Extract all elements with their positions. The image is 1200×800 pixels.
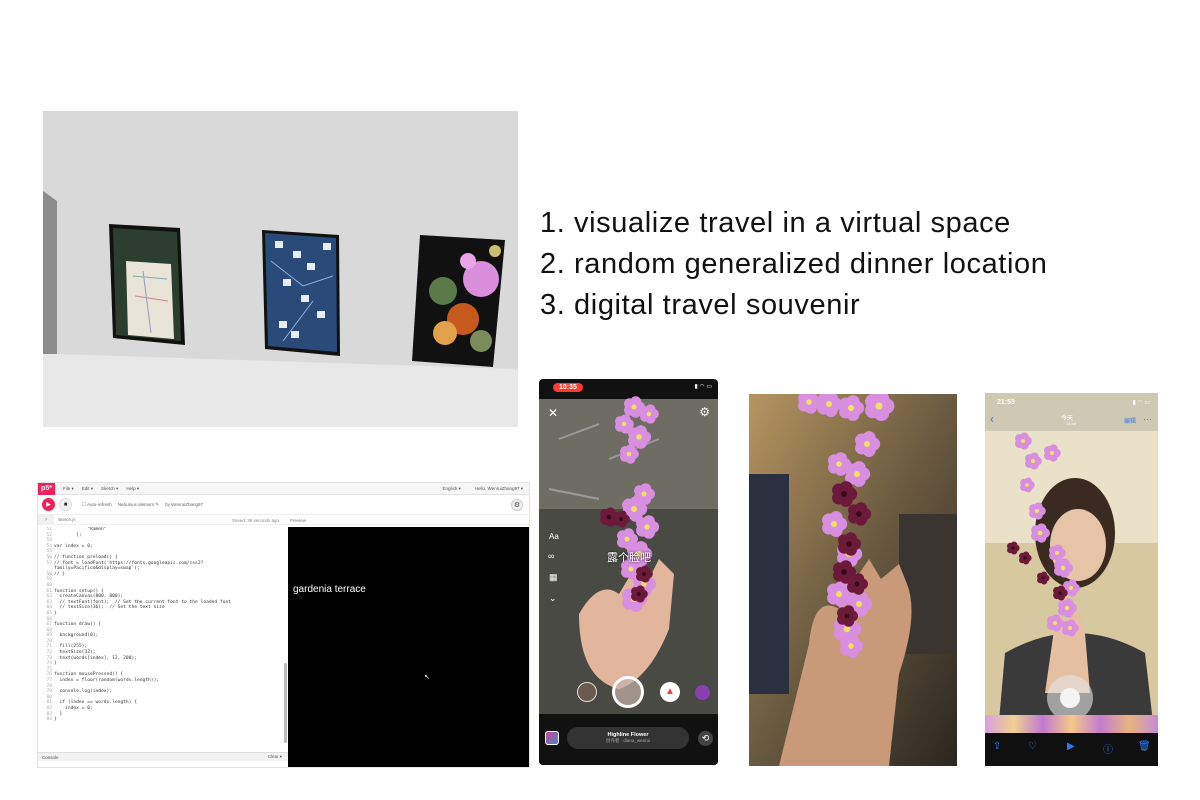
code-text: } [54,661,57,667]
gear-icon: ⚙ [513,501,521,509]
capture-button[interactable] [612,676,644,708]
editor-toolbar: ▶ ■ ☐ Auto-refresh Nebulous alemum ✎ by … [38,495,529,515]
effect-thumbnail[interactable] [695,685,710,700]
trash-icon[interactable]: 🗑 [1138,741,1151,752]
editor-menubar: p5* File ▾ Edit ▾ Sketch ▾ Help ▾ Englis… [38,483,529,495]
play-icon[interactable]: ▶ [1067,741,1075,752]
layout-tool-button[interactable]: ▦ [549,572,558,583]
flip-camera-icon[interactable]: ⟲ [698,731,713,746]
project-goals: 1. visualize travel in a virtual space 2… [540,203,1190,326]
language-select[interactable]: English ▾ [443,486,461,492]
menu-help[interactable]: Help ▾ [126,486,139,492]
p5-editor-window: p5* File ▾ Edit ▾ Sketch ▾ Help ▾ Englis… [37,482,530,768]
info-icon[interactable]: ⓘ [1103,741,1113,756]
code-text: background(0); [54,633,99,639]
back-chevron-icon[interactable]: ‹ [990,412,994,426]
ar-caption: 露个脸吧 [607,552,651,564]
menu-edit[interactable]: Edit ▾ [82,486,93,492]
share-icon[interactable]: ⇪ [993,741,1001,752]
video-scrubber[interactable] [985,715,1158,733]
stop-button[interactable]: ■ [59,498,72,511]
auto-refresh-label: Auto-refresh [87,501,112,507]
code-text: console.log(index); [54,689,113,695]
goal-item: 2. random generalized dinner location [540,248,1048,280]
menu-sketch[interactable]: Sketch ▾ [101,486,118,492]
code-text: var index = 0; [54,543,93,549]
file-tab-row: › sketch.js [38,514,529,525]
file-tab-sketch[interactable]: sketch.js [58,517,76,522]
music-pill[interactable]: Highline Flower 创作者 · diana_wenrui [567,727,689,749]
virtual-gallery-render [43,111,518,427]
code-text: function draw() { [54,622,102,628]
code-text: index = floor(random(words.length)); [54,678,160,684]
code-line[interactable]: 84} [38,717,284,723]
text-tool-button[interactable]: Aa [549,532,559,541]
status-time: 10:35 [553,383,583,392]
code-text: } [54,610,57,616]
gallery-button[interactable] [545,731,559,745]
code-text: text(words[index], 12, 200); [54,655,137,661]
goal-item: 1. visualize travel in a virtual space [540,207,1011,239]
chevron-right-icon: › [45,516,47,523]
console-label: Console [42,754,59,760]
stop-icon: ■ [63,501,68,508]
record-button-inner [1060,688,1080,708]
edit-button[interactable]: 编辑 [1124,416,1136,425]
play-button[interactable]: ▶ [42,498,55,511]
code-text: family=Pacifico&display=swap'); [54,566,140,572]
gallery-scene [43,111,518,427]
sketch-author: by WenruiZhang97 [165,502,204,507]
play-icon: ▶ [46,502,51,508]
status-time: 21:53 [997,399,1015,406]
code-text: ]; [54,532,82,538]
heart-icon[interactable]: ♡ [1028,741,1037,752]
preview-label: Preview [290,518,307,523]
auto-refresh-checkbox[interactable]: ☐ Auto-refresh [82,502,112,508]
more-icon[interactable]: ⋯ [1143,414,1152,425]
sketch-preview[interactable]: gardenia terrace ↖ [288,527,529,767]
signal-wifi-battery-icon: ▮ ◠ ▭ [694,384,712,390]
sidebar-toggle-button[interactable]: › [38,514,54,525]
effect-thumbnail[interactable]: ▲ [660,682,680,702]
code-text: // textSize(36); // Set the text size [54,605,165,611]
song-artist: 创作者 · diana_wenrui [605,738,651,743]
gallery-frame-city [109,224,185,345]
settings-button[interactable]: ⚙ [511,498,523,511]
code-editor[interactable]: 51 "Ramen" 52 ]; 53 54 var index = 0; 55 56// … [38,527,284,752]
line-number: 84 [46,717,52,723]
ar-photo-scene [749,394,957,766]
photos-bottom-toolbar: ⇪ ♡ ▶ ⓘ 🗑 [985,733,1158,766]
preview-output-text: gardenia terrace [293,584,366,595]
saved-status: Saved: 36 seconds ago [232,518,280,523]
ar-camera-screenshot: 10:35 ▮ ◠ ▭ ✕ ⚙ Aa ∞ ▦ ⌄ 露个脸吧 ▲ Highline… [539,379,718,765]
code-text: // } [54,571,66,577]
cursor-icon: ↖ [424,674,430,681]
ar-flower-photo [749,394,957,766]
console-bar[interactable]: Console Clear ▾ [38,752,288,761]
collage: 1. visualize travel in a virtual space 2… [0,0,1200,800]
menu-file[interactable]: File ▾ [63,486,74,492]
gallery-frame-flowers [412,235,505,367]
signal-wifi-battery-icon: ▮ ◠ ▭ [1132,400,1150,406]
gallery-frame-map [262,230,340,356]
sketch-name[interactable]: Nebulous alemum ✎ [118,502,159,508]
console-clear-button[interactable]: Clear ▾ [268,754,282,760]
effect-thumbnail[interactable] [577,682,597,702]
p5-logo: p5* [38,483,55,495]
boomerang-tool-button[interactable]: ∞ [548,551,554,561]
close-icon[interactable]: ✕ [548,406,558,420]
photo-time: 21:46 [1066,421,1077,426]
goal-item: 3. digital travel souvenir [540,289,861,321]
code-scrollbar[interactable] [284,663,287,743]
more-tools-button[interactable]: ⌄ [549,593,557,604]
photos-app-screenshot: 21:53 ▮ ◠ ▭ ‹ 今天 21:46 编辑 ⋯ ⇪ ♡ ▶ ⓘ 🗑 [985,393,1158,766]
user-menu[interactable]: Hello, WenruiZhang97 ▾ [475,486,523,492]
settings-icon[interactable]: ⚙ [699,405,710,419]
code-text: } [54,717,57,723]
